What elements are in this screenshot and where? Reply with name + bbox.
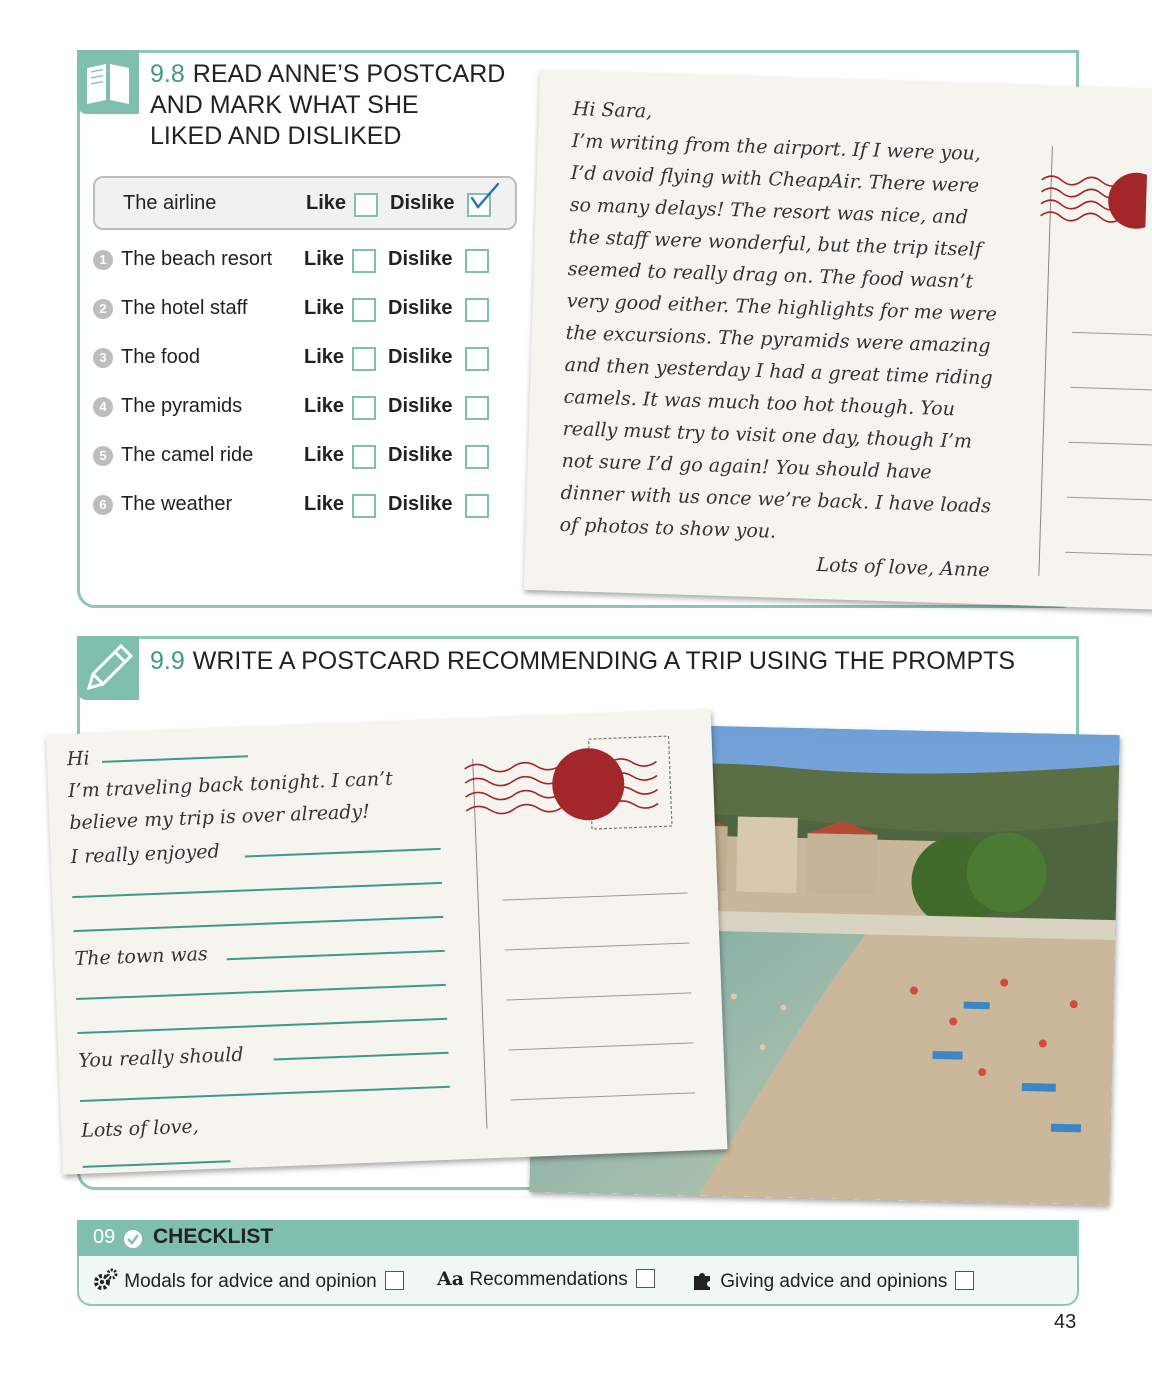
page-number: 43 xyxy=(1054,1311,1077,1333)
pencil-icon-badge xyxy=(77,636,139,700)
like-checkbox[interactable] xyxy=(352,494,376,518)
like-label: Like xyxy=(306,192,347,214)
checklist-panel: 09 CHECKLIST Modals for advice and opini… xyxy=(77,1220,1079,1306)
write-line[interactable] xyxy=(72,881,443,899)
section-number: 9.8 xyxy=(150,60,185,88)
address-line xyxy=(1065,551,1152,556)
checklist-item: Giving advice and opinions xyxy=(691,1268,975,1293)
item-row: 1 The beach resort Like Dislike xyxy=(93,240,513,280)
write-line[interactable] xyxy=(244,847,441,858)
address-line xyxy=(504,942,690,951)
prompt-enjoyed: I really enjoyed xyxy=(70,840,221,869)
address-line xyxy=(1070,386,1152,391)
address-line xyxy=(1066,496,1152,501)
prompt-should: You really should xyxy=(78,1043,244,1072)
example-row: The airline Like Dislike xyxy=(93,176,517,230)
book-icon xyxy=(87,64,129,104)
unit-number: 09 xyxy=(93,1226,116,1248)
dislike-checkbox[interactable] xyxy=(465,494,489,518)
checklist-checkbox[interactable] xyxy=(955,1271,975,1290)
book-icon-badge xyxy=(77,50,139,114)
puzzle-icon xyxy=(694,1273,710,1290)
write-line[interactable] xyxy=(226,949,445,961)
prompt-hi: Hi xyxy=(66,747,91,771)
checklist-checkbox[interactable] xyxy=(635,1269,655,1288)
item-row: 6 The weather Like Dislike xyxy=(93,485,513,525)
checklist-checkbox[interactable] xyxy=(384,1271,404,1290)
section-title-write: 9.9 WRITE A POSTCARD RECOMMENDING A TRIP … xyxy=(150,647,1016,675)
postcard-message: Hi Sara, I’m writing from the airport. I… xyxy=(558,93,1043,588)
prompt-line1: I’m traveling back tonight. I can’t xyxy=(67,767,394,803)
checklist-title: CHECKLIST xyxy=(153,1225,274,1248)
item-row: 2 The hotel staff Like Dislike xyxy=(93,289,513,329)
prompt-line2: believe my trip is over already! xyxy=(68,800,371,835)
address-line xyxy=(510,1092,696,1101)
postmark-icon xyxy=(1040,172,1148,229)
panel-top-border xyxy=(77,636,1076,639)
prompt-town: The town was xyxy=(74,942,209,971)
prompt-love: Lots of love, xyxy=(80,1115,200,1142)
dislike-checkbox[interactable] xyxy=(465,347,489,371)
anne-postcard: Hi Sara, I’m writing from the airport. I… xyxy=(523,70,1152,610)
like-checkbox[interactable] xyxy=(352,347,376,371)
item-label: The airline xyxy=(123,192,217,214)
dislike-checkbox[interactable] xyxy=(465,298,489,322)
write-line[interactable] xyxy=(102,755,249,763)
item-row: 4 The pyramids Like Dislike xyxy=(93,387,513,427)
blank-postcard: Hi I’m traveling back tonight. I can’t b… xyxy=(46,709,728,1175)
checklist-item: Modals for advice and opinion xyxy=(93,1268,404,1293)
like-checkbox[interactable] xyxy=(354,193,378,217)
pencil-icon xyxy=(86,643,134,691)
stamp-postmark-icon xyxy=(464,735,673,830)
like-checkbox[interactable] xyxy=(352,298,376,322)
aa-icon: Aa xyxy=(437,1268,465,1290)
like-checkbox[interactable] xyxy=(352,445,376,469)
write-line[interactable] xyxy=(82,1160,231,1168)
section-title-read: 9.8 READ ANNE’S POSTCARD AND MARK WHAT SH… xyxy=(150,60,506,150)
address-line xyxy=(506,992,692,1001)
write-line[interactable] xyxy=(73,915,444,933)
checkmark-icon xyxy=(470,182,500,209)
checklist-item: Aa Recommendations xyxy=(437,1268,655,1291)
gears-icon xyxy=(94,1268,118,1290)
dislike-checkbox[interactable] xyxy=(465,396,489,420)
like-checkbox[interactable] xyxy=(352,396,376,420)
address-line xyxy=(502,892,688,901)
address-line xyxy=(1072,331,1152,336)
check-circle-icon xyxy=(124,1230,142,1248)
dislike-checkbox[interactable] xyxy=(465,249,489,273)
item-row: 5 The camel ride Like Dislike xyxy=(93,436,513,476)
checklist-header: 09 CHECKLIST xyxy=(77,1220,1077,1256)
write-line[interactable] xyxy=(273,1051,449,1061)
write-line[interactable] xyxy=(76,983,446,1001)
like-checkbox[interactable] xyxy=(352,249,376,273)
write-line[interactable] xyxy=(77,1017,448,1035)
dislike-label: Dislike xyxy=(390,192,455,214)
address-line xyxy=(508,1042,694,1051)
item-row: 3 The food Like Dislike xyxy=(93,338,513,378)
dislike-checkbox[interactable] xyxy=(465,445,489,469)
write-line[interactable] xyxy=(80,1085,450,1102)
address-line xyxy=(1068,441,1152,446)
